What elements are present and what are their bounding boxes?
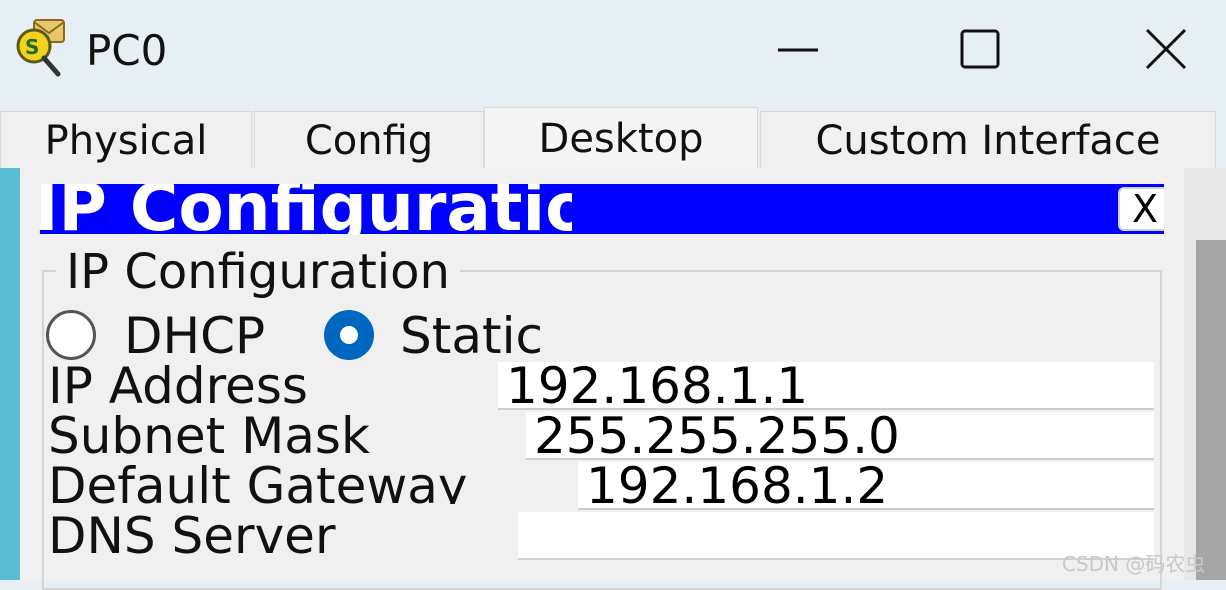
close-icon	[1145, 28, 1187, 70]
maximize-button[interactable]	[948, 18, 1012, 82]
default-gateway-input[interactable]: 192.168.1.2	[578, 462, 1154, 510]
ip-configuration-title-bar: IP Configuration X	[40, 184, 1164, 234]
minimize-button[interactable]	[766, 18, 830, 82]
ip-configuration-group-title: IP Configuration	[56, 242, 460, 302]
maximize-icon	[960, 29, 1000, 69]
scrollbar-thumb[interactable]	[1196, 240, 1226, 580]
ip-address-input[interactable]: 192.168.1.1	[498, 362, 1154, 410]
static-label[interactable]: Static	[400, 306, 543, 366]
dns-server-input[interactable]	[518, 512, 1154, 560]
csdn-watermark: CSDN @码农虫	[1062, 552, 1206, 576]
default-gateway-label: Default Gateway	[48, 460, 468, 504]
svg-text:S: S	[25, 35, 39, 59]
subnet-mask-label: Subnet Mask	[48, 407, 370, 465]
window-title: PC0	[86, 26, 168, 75]
desktop-content-area: IP Configuration X IP Configuration DHCP…	[0, 168, 1226, 590]
desktop-side-strip	[0, 168, 20, 580]
close-dialog-button[interactable]: X	[1118, 187, 1164, 231]
window-title-bar: S PC0	[0, 0, 1226, 105]
close-window-button[interactable]	[1134, 18, 1198, 82]
dns-server-label: DNS Server	[48, 507, 336, 565]
tab-physical[interactable]: Physical	[0, 111, 252, 169]
tab-desktop[interactable]: Desktop	[484, 107, 758, 169]
static-radio[interactable]	[324, 310, 374, 360]
ip-configuration-title: IP Configuration	[40, 184, 572, 234]
subnet-mask-input[interactable]: 255.255.255.0	[526, 412, 1154, 460]
tab-custom-interface[interactable]: Custom Interface	[760, 111, 1216, 169]
packet-tracer-pc-icon: S	[12, 16, 74, 78]
tab-strip: Physical Config Desktop Custom Interface	[0, 105, 1226, 169]
ip-configuration-window: IP Configuration X IP Configuration DHCP…	[28, 168, 1182, 590]
ip-address-label: IP Address	[48, 357, 308, 415]
tab-config[interactable]: Config	[254, 111, 484, 169]
dhcp-radio[interactable]	[46, 310, 96, 360]
minimize-icon	[778, 48, 818, 52]
